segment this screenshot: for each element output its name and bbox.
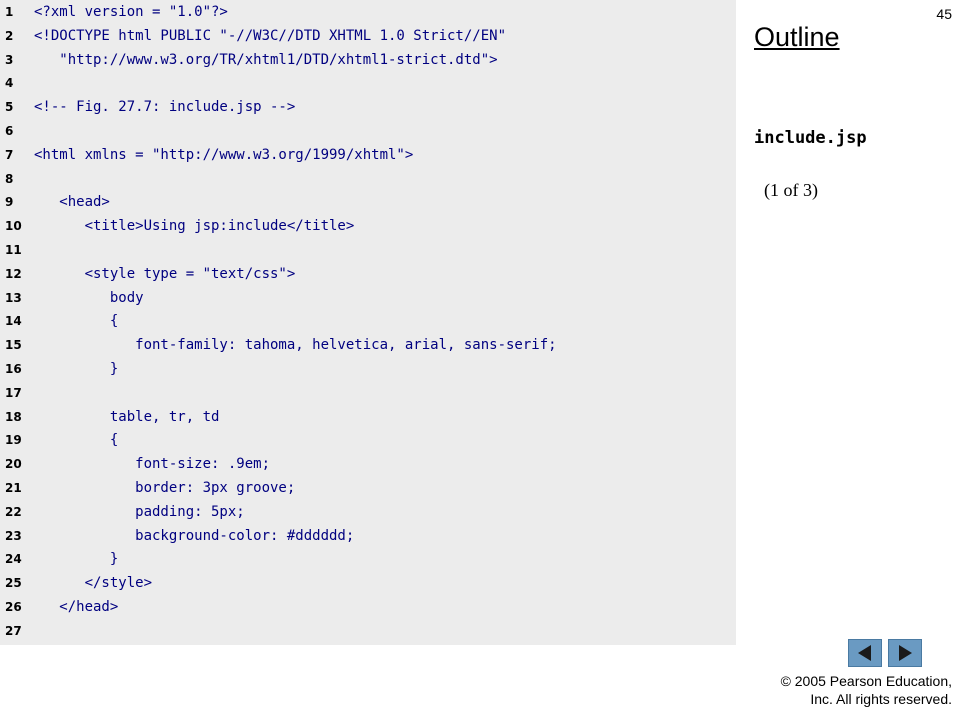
code-text: <title>Using jsp:include</title>	[34, 218, 355, 235]
code-listing: 1 <?xml version = "1.0"?> 2 <!DOCTYPE html …	[0, 0, 736, 645]
code-text: font-family: tahoma, helvetica, arial, s…	[34, 337, 557, 354]
code-line: 8	[0, 167, 736, 191]
line-number: 14	[5, 314, 22, 329]
line-number: 4	[5, 76, 14, 91]
code-text: }	[34, 361, 119, 377]
triangle-right-icon	[899, 645, 912, 661]
line-number: 7	[5, 147, 14, 162]
code-line: 3 "http://www.w3.org/TR/xhtml1/DTD/xhtml…	[0, 48, 736, 72]
code-text: font-size: .9em;	[34, 456, 271, 473]
copyright-line-1: © 2005 Pearson Education,	[780, 673, 952, 689]
line-number: 22	[5, 504, 22, 519]
page-indicator: (1 of 3)	[764, 180, 818, 200]
line-number: 11	[5, 243, 22, 257]
code-line: 15 font-family: tahoma, helvetica, arial…	[0, 333, 736, 357]
code-text: <head>	[34, 194, 110, 211]
previous-slide-button[interactable]	[848, 639, 882, 667]
code-text: background-color: #dddddd;	[34, 527, 355, 544]
line-number: 24	[5, 552, 22, 567]
code-line: 27	[0, 619, 736, 643]
line-number: 20	[5, 457, 22, 472]
line-number: 2	[5, 28, 14, 43]
code-line: 19 {	[0, 428, 736, 452]
line-number: 23	[5, 528, 22, 543]
code-line: 23 background-color: #dddddd;	[0, 524, 736, 548]
line-number: 21	[5, 481, 22, 495]
code-line: 24 }	[0, 547, 736, 571]
code-line: 1 <?xml version = "1.0"?>	[0, 0, 736, 24]
code-text: </style>	[34, 575, 153, 592]
code-text: <?xml version = "1.0"?>	[34, 4, 228, 20]
code-text: <!-- Fig. 27.7: include.jsp -->	[34, 99, 296, 116]
line-number: 15	[5, 338, 22, 353]
code-text: body	[34, 289, 144, 306]
code-line: 16 }	[0, 357, 736, 381]
code-line: 7 <html xmlns = "http://www.w3.org/1999/x…	[0, 143, 736, 167]
code-line: 18 table, tr, td	[0, 405, 736, 429]
code-line: 20 font-size: .9em;	[0, 452, 736, 476]
line-number: 17	[5, 385, 22, 400]
file-name-label: include.jsp	[754, 128, 867, 148]
code-text: table, tr, td	[34, 408, 220, 425]
code-line: 13 body	[0, 286, 736, 310]
code-text: padding: 5px;	[34, 503, 245, 520]
code-line: 17	[0, 381, 736, 405]
line-number: 16	[5, 362, 22, 376]
line-number: 12	[5, 266, 22, 281]
code-text: {	[34, 432, 119, 449]
code-line: 21 border: 3px groove;	[0, 476, 736, 500]
code-line: 5 <!-- Fig. 27.7: include.jsp -->	[0, 95, 736, 119]
code-line: 10 <title>Using jsp:include</title>	[0, 214, 736, 238]
line-number: 5	[5, 100, 14, 115]
line-number: 1	[5, 5, 14, 19]
line-number: 9	[5, 195, 14, 210]
code-line: 12 <style type = "text/css">	[0, 262, 736, 286]
code-line: 9 <head>	[0, 190, 736, 214]
code-line: 2 <!DOCTYPE html PUBLIC "-//W3C//DTD XHTM…	[0, 24, 736, 48]
code-line: 4	[0, 71, 736, 95]
code-text: }	[34, 551, 119, 568]
line-number: 27	[5, 623, 22, 638]
line-number: 8	[5, 171, 14, 186]
line-number: 25	[5, 576, 22, 591]
copyright-line-2: Inc. All rights reserved.	[810, 691, 952, 707]
line-number: 10	[5, 219, 22, 234]
line-number: 19	[5, 433, 22, 448]
triangle-left-icon	[858, 645, 871, 661]
next-slide-button[interactable]	[888, 639, 922, 667]
code-text: {	[34, 313, 119, 330]
code-line: 26 </head>	[0, 595, 736, 619]
code-line: 25 </style>	[0, 571, 736, 595]
line-number: 3	[5, 52, 14, 67]
code-text: </head>	[34, 599, 119, 615]
copyright-notice: © 2005 Pearson Education, Inc. All right…	[730, 672, 952, 708]
code-text: "http://www.w3.org/TR/xhtml1/DTD/xhtml1-…	[34, 51, 498, 68]
line-number: 13	[5, 290, 22, 305]
code-line: 22 padding: 5px;	[0, 500, 736, 524]
slide-number: 45	[936, 6, 952, 22]
code-text: <!DOCTYPE html PUBLIC "-//W3C//DTD XHTML…	[34, 27, 507, 44]
code-line: 14 {	[0, 309, 736, 333]
code-text: border: 3px groove;	[34, 480, 296, 496]
code-text: <style type = "text/css">	[34, 265, 296, 282]
line-number: 26	[5, 600, 22, 614]
line-number: 18	[5, 409, 22, 424]
code-text: <html xmlns = "http://www.w3.org/1999/xh…	[34, 146, 414, 163]
outline-link[interactable]: Outline	[754, 22, 840, 53]
code-line: 6	[0, 119, 736, 143]
line-number: 6	[5, 124, 14, 138]
code-line: 11	[0, 238, 736, 262]
